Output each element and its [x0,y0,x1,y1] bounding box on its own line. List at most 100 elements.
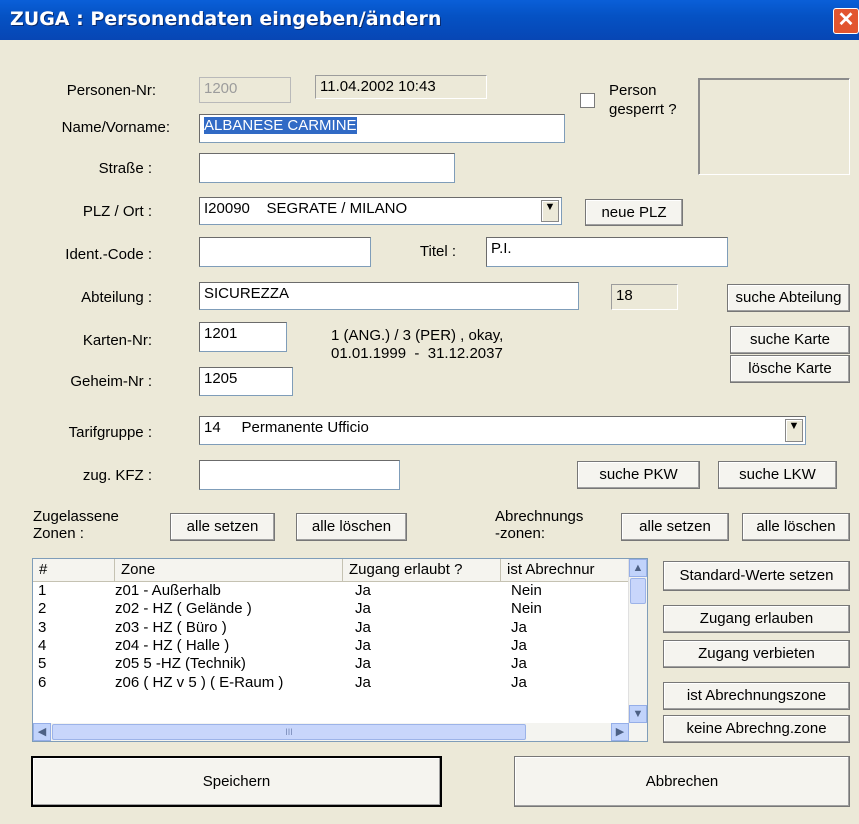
zugang-verbieten-button[interactable]: Zugang verbieten [663,640,850,668]
scroll-right-icon[interactable]: ▶ [611,723,629,741]
row-number: 3 [38,618,47,636]
titel-input[interactable]: P.I. [486,237,728,267]
abteilung-nr-display: 18 [611,284,678,310]
dialog-window: ZUGA : Personendaten eingeben/ändern ✕ P… [0,0,859,824]
table-row[interactable]: 3 z03 - HZ ( Büro ) Ja Ja [33,619,647,637]
row-zone: z06 ( HZ v 5 ) ( E-Raum ) [115,673,284,691]
label-karten-nr: Karten-Nr: [82,332,152,349]
row-zugang: Ja [355,582,371,599]
label-person-gesperrt-2: gesperrt ? [609,101,677,118]
geheim-nr-input[interactable]: 1205 [199,367,293,396]
label-geheim-nr: Geheim-Nr : [70,373,152,390]
plz-ort-combobox[interactable]: I20090 SEGRATE / MILANO ▼ [199,197,562,225]
row-abrechnung: Nein [511,600,542,618]
label-kfz: zug. KFZ : [82,467,152,484]
table-row[interactable]: 1 z01 - Außerhalb Ja Nein [33,582,647,600]
row-zugang: Ja [355,673,371,691]
label-abrechnung-1: Abrechnungs [495,508,584,525]
dropdown-arrow-icon[interactable]: ▼ [785,419,803,442]
row-zone: z05 5 -HZ (Technik) [115,655,246,673]
ist-abrechnungszone-button[interactable]: ist Abrechnungszone [663,682,850,710]
row-abrechnung: Ja [511,618,527,636]
close-icon[interactable]: ✕ [833,8,859,34]
row-abrechnung: Nein [511,582,542,599]
zonen-alle-loeschen-button[interactable]: alle löschen [296,513,407,541]
column-header-number[interactable]: # [33,559,115,581]
table-row[interactable]: 2 z02 - HZ ( Gelände ) Ja Nein [33,600,647,618]
zugang-erlauben-button[interactable]: Zugang erlauben [663,605,850,633]
scroll-down-icon[interactable]: ▼ [629,705,647,723]
label-plz-ort: PLZ / Ort : [82,203,152,220]
scroll-up-icon[interactable]: ▲ [629,559,647,577]
table-row[interactable]: 4 z04 - HZ ( Halle ) Ja Ja [33,637,647,655]
zonen-alle-setzen-button[interactable]: alle setzen [170,513,275,541]
ident-code-input[interactable] [199,237,371,267]
horizontal-scrollbar[interactable]: ◀ III ▶ [33,723,647,741]
column-header-zugang[interactable]: Zugang erlaubt ? [343,559,501,581]
row-abrechnung: Ja [511,636,527,654]
vertical-scroll-thumb[interactable] [630,578,646,604]
plz-ort-value: I20090 SEGRATE / MILANO [204,200,408,217]
label-person-gesperrt-1: Person [609,82,657,99]
karten-info-line-1: 1 (ANG.) / 3 (PER) , okay, [331,327,504,344]
row-zugang: Ja [355,618,371,636]
abteilung-input[interactable]: SICUREZZA [199,282,579,310]
karten-info-line-2: 01.01.1999 - 31.12.2037 [331,345,503,362]
table-row[interactable]: 5 z05 5 -HZ (Technik) Ja Ja [33,655,647,673]
name-value: ALBANESE CARMINE [204,117,357,134]
column-header-zone[interactable]: Zone [115,559,343,581]
label-personen-nr: Personen-Nr: [66,82,156,99]
karten-nr-input[interactable]: 1201 [199,322,287,352]
person-gesperrt-checkbox[interactable] [580,93,595,108]
row-zone: z01 - Außerhalb [115,582,221,599]
abrechnung-alle-setzen-button[interactable]: alle setzen [621,513,729,541]
label-abrechnung-2: -zonen: [495,525,546,542]
label-zugelassene-2: Zonen : [33,525,84,542]
suche-karte-button[interactable]: suche Karte [730,326,850,354]
scroll-left-icon[interactable]: ◀ [33,723,51,741]
speichern-button[interactable]: Speichern [31,756,442,807]
label-zugelassene-1: Zugelassene [33,508,119,525]
neue-plz-button[interactable]: neue PLZ [585,199,683,226]
row-zugang: Ja [355,655,371,673]
name-input[interactable]: ALBANESE CARMINE [199,114,565,143]
dropdown-arrow-icon[interactable]: ▼ [541,200,559,222]
tarifgruppe-value: 14 Permanente Ufficio [204,419,369,436]
loesche-karte-button[interactable]: lösche Karte [730,355,850,383]
keine-abrechnungszone-button[interactable]: keine Abrechng.zone [663,715,850,743]
strasse-input[interactable] [199,153,455,183]
suche-lkw-button[interactable]: suche LKW [718,461,837,489]
vertical-scrollbar[interactable]: ▲ ▼ [628,559,647,723]
horizontal-scroll-thumb[interactable]: III [52,724,526,740]
row-zugang: Ja [355,600,371,618]
row-number: 6 [38,673,47,691]
row-zugang: Ja [355,636,371,654]
standard-werte-button[interactable]: Standard-Werte setzen [663,561,850,591]
kfz-input[interactable] [199,460,400,490]
abrechnung-alle-loeschen-button[interactable]: alle löschen [742,513,850,541]
label-name: Name/Vorname: [61,119,170,136]
label-ident-code: Ident.-Code : [65,246,152,263]
row-abrechnung: Ja [511,673,527,691]
row-number: 1 [38,582,47,599]
label-tarifgruppe: Tarifgruppe : [68,424,152,441]
datetime-display: 11.04.2002 10:43 [315,75,487,99]
suche-pkw-button[interactable]: suche PKW [577,461,700,489]
row-abrechnung: Ja [511,655,527,673]
list-header: # Zone Zugang erlaubt ? ist Abrechnur [33,559,629,582]
tarifgruppe-combobox[interactable]: 14 Permanente Ufficio ▼ [199,416,806,445]
abbrechen-button[interactable]: Abbrechen [514,756,850,807]
column-header-abrechnung[interactable]: ist Abrechnur [501,559,631,581]
zones-list-view[interactable]: # Zone Zugang erlaubt ? ist Abrechnur 1 z… [32,558,648,742]
suche-abteilung-button[interactable]: suche Abteilung [727,284,850,312]
label-strasse: Straße : [98,160,152,177]
row-zone: z04 - HZ ( Halle ) [115,636,230,654]
table-row[interactable]: 6 z06 ( HZ v 5 ) ( E-Raum ) Ja Ja [33,674,647,692]
window-title: ZUGA : Personendaten eingeben/ändern [10,8,442,30]
personen-nr-field[interactable]: 1200 [199,77,291,103]
row-number: 2 [38,600,47,618]
title-bar[interactable]: ZUGA : Personendaten eingeben/ändern ✕ [0,0,859,40]
label-titel: Titel : [419,243,456,260]
row-number: 4 [38,636,47,654]
row-zone: z03 - HZ ( Büro ) [115,618,227,636]
